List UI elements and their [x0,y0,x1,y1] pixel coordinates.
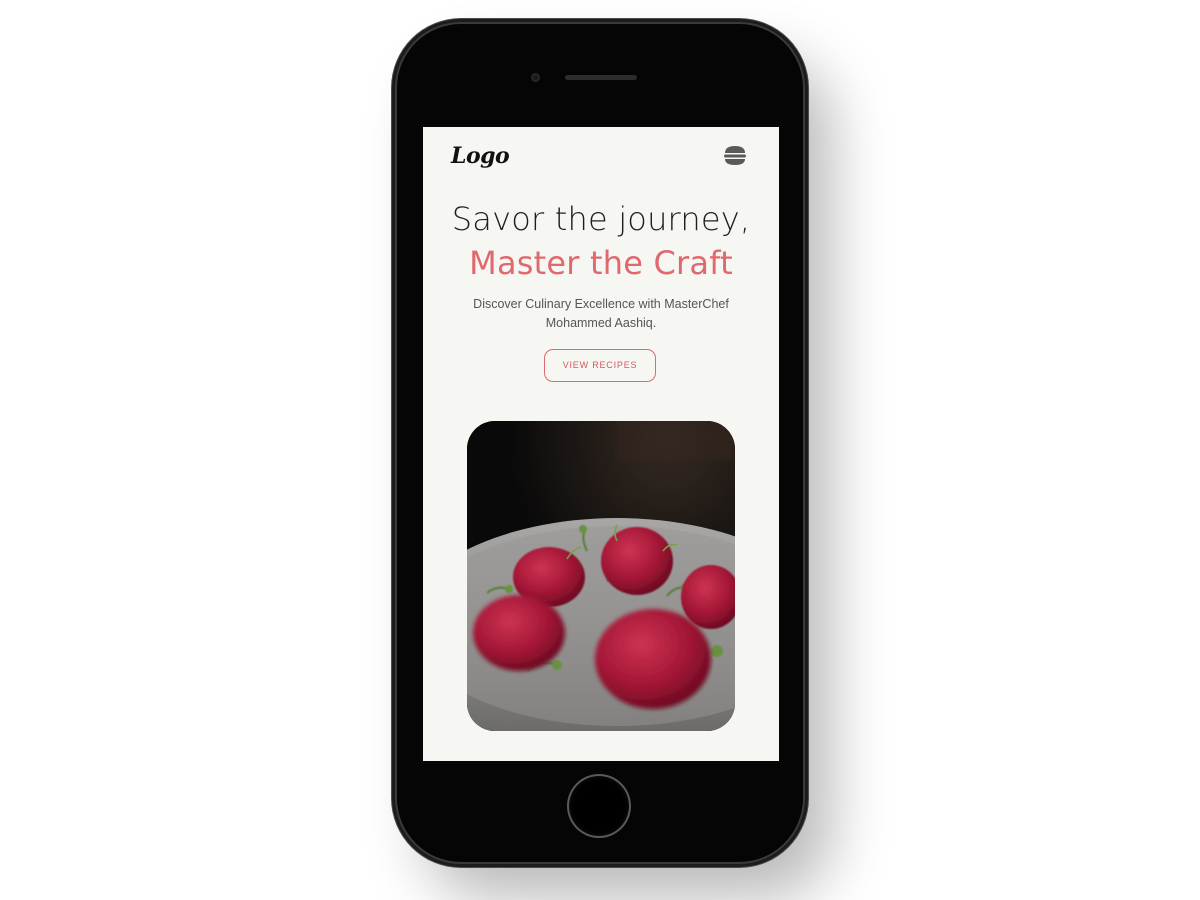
hero-title-accent: Master the Craft [469,244,733,282]
mockup-stage: Logo Savor the journey, Master the Craft… [0,0,1200,900]
hero-food-image [467,421,735,731]
hero-title: Savor the journey, [451,200,751,238]
phone-frame: Logo Savor the journey, Master the Craft… [397,24,803,862]
front-camera [531,73,540,82]
view-recipes-button[interactable]: VIEW RECIPES [544,349,656,382]
hamburger-menu-icon[interactable] [723,145,747,167]
hero-subtitle: Discover Culinary Excellence with Master… [473,297,729,330]
home-button[interactable] [569,776,629,836]
earpiece-speaker [565,75,637,80]
phone-power-button [803,200,808,266]
site-logo[interactable]: Logo [451,143,510,169]
phone-screen: Logo Savor the journey, Master the Craft… [423,127,779,761]
